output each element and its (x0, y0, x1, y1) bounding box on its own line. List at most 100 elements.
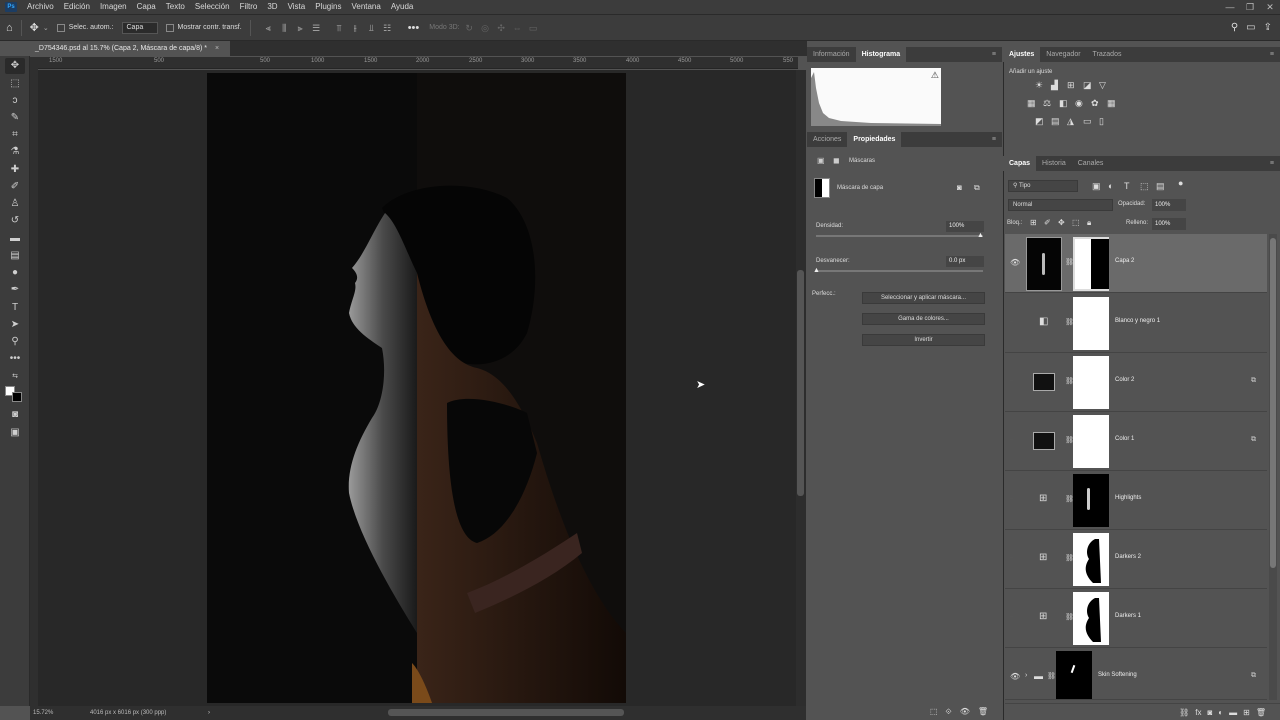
share-icon[interactable]: ⇪ (1264, 22, 1272, 33)
more-options-icon[interactable]: ••• (408, 22, 420, 34)
menu-plugins[interactable]: Plugins (310, 0, 346, 14)
link-layers-icon[interactable]: ⛓ (1179, 708, 1189, 717)
brush-tool-icon[interactable]: ✐ (5, 179, 25, 195)
marquee-tool-icon[interactable]: ⬚ (5, 76, 25, 92)
align-left-icon[interactable]: ⫷ (262, 23, 275, 33)
document-info[interactable]: 4016 px x 6016 px (300 ppp) (90, 706, 166, 720)
posterize-icon[interactable]: ▤ (1051, 116, 1060, 127)
feather-slider-handle[interactable]: ▲ (813, 267, 820, 274)
lasso-tool-icon[interactable]: ↄ (5, 93, 25, 109)
apply-mask-icon[interactable]: ⟐ (945, 707, 951, 717)
layer-mask-thumbnail[interactable] (1073, 533, 1109, 586)
filter-toggle-icon[interactable]: ● (1178, 178, 1183, 188)
layer-mask-thumbnail[interactable] (1073, 356, 1109, 409)
filter-smart-object-icon[interactable]: ▤ (1156, 181, 1165, 192)
vector-mask-icon[interactable]: ◼ (833, 156, 840, 165)
layer-mask-thumbnail[interactable] (1073, 237, 1109, 291)
blend-mode-dropdown[interactable]: Normal (1008, 199, 1113, 211)
pan-3d-icon[interactable]: ✣ (495, 23, 508, 33)
density-input[interactable]: 100% (946, 221, 984, 232)
menu-texto[interactable]: Texto (161, 0, 190, 14)
feather-input[interactable]: 0.0 px (946, 256, 984, 267)
layer-filter-dropdown[interactable]: ⚲ Tipo (1008, 180, 1078, 192)
menu-ventana[interactable]: Ventana (346, 0, 385, 14)
tab-propiedades[interactable]: Propiedades (847, 132, 902, 147)
filter-type-icon[interactable]: T (1124, 181, 1130, 191)
menu-vista[interactable]: Vista (283, 0, 311, 14)
distribute-vertical-icon[interactable]: ☷ (381, 23, 394, 33)
path-selection-tool-icon[interactable]: ➤ (5, 317, 25, 333)
add-vector-mask-icon[interactable]: ⧉ (974, 183, 980, 193)
move-tool-icon[interactable]: ✥ (5, 58, 25, 74)
align-middle-icon[interactable]: ⫲ (349, 23, 362, 33)
maximize-icon[interactable]: ❐ (1240, 2, 1260, 13)
tab-canales[interactable]: Canales (1072, 156, 1110, 171)
layer-row[interactable]: ▫ ⊞ ⛓ Highlights (1005, 471, 1267, 530)
toggle-mask-visibility-icon[interactable]: 👁︎ (960, 707, 970, 716)
visibility-eye-icon[interactable]: 👁︎ (1010, 672, 1020, 681)
layer-mask-thumbnail[interactable] (1073, 415, 1109, 468)
minimize-icon[interactable]: — (1220, 2, 1240, 13)
layer-row[interactable]: ▫ ◧ ⛓ Blanco y negro 1 (1005, 294, 1267, 353)
zoom-tool-icon[interactable]: ⚲ (5, 334, 25, 350)
align-right-icon[interactable]: ⫸ (294, 23, 307, 33)
fx-icon[interactable]: fx (1195, 708, 1201, 717)
quick-selection-tool-icon[interactable]: ✎ (5, 110, 25, 126)
vertical-scrollbar[interactable] (796, 70, 806, 706)
photo-filter-icon[interactable]: ◉ (1075, 98, 1083, 109)
curves-icon[interactable]: ⊞ (1067, 80, 1075, 91)
slide-3d-icon[interactable]: ⇔ (511, 23, 524, 33)
chevron-down-icon[interactable]: ⌄ (43, 24, 49, 32)
layer-row[interactable]: ▫ ⊞ ⛓ Darkers 2 (1005, 530, 1267, 589)
auto-select-dropdown[interactable]: Capa (121, 21, 158, 34)
visibility-toggle[interactable]: ▫ (1010, 436, 1013, 445)
lock-transparent-icon[interactable]: ⊞ (1030, 218, 1037, 227)
distribute-icon[interactable]: ☰ (310, 23, 323, 33)
menu-seleccion[interactable]: Selección (190, 0, 235, 14)
visibility-toggle[interactable]: ▫ (1010, 377, 1013, 386)
chevron-right-icon[interactable]: › (1025, 672, 1027, 679)
scale-3d-icon[interactable]: ▭ (527, 23, 540, 33)
add-mask-icon[interactable]: ◙ (1207, 708, 1212, 717)
delete-mask-icon[interactable]: 🗑︎ (978, 707, 988, 716)
new-adjustment-icon[interactable]: ◐ (1218, 708, 1223, 717)
ruler-origin[interactable] (30, 57, 38, 69)
fill-input[interactable]: 100% (1152, 218, 1186, 230)
new-group-icon[interactable]: ▬ (1229, 708, 1237, 717)
opacity-input[interactable]: 100% (1152, 199, 1186, 211)
swap-colors-icon[interactable]: ⇆ (5, 369, 25, 385)
roll-3d-icon[interactable]: ◎ (479, 23, 492, 33)
gradient-tool-icon[interactable]: ▤ (5, 248, 25, 264)
tab-capas[interactable]: Capas (1003, 156, 1037, 171)
transform-controls-checkbox[interactable] (165, 23, 174, 32)
exposure-icon[interactable]: ◪ (1083, 80, 1092, 91)
lock-all-icon[interactable]: 🔒︎ (1087, 218, 1091, 228)
scroll-thumb[interactable] (1270, 238, 1276, 568)
select-mask-icon[interactable]: ◙ (957, 183, 962, 192)
load-selection-icon[interactable]: ⬚ (930, 707, 938, 716)
workspace-icon[interactable]: ▭ (1246, 22, 1255, 33)
move-tool-icon[interactable]: ✥ (30, 21, 39, 34)
photoshop-logo-icon[interactable]: Ps (5, 2, 17, 12)
pen-tool-icon[interactable]: ✒ (5, 282, 25, 298)
tab-trazados[interactable]: Trazados (1087, 47, 1128, 62)
delete-layer-icon[interactable]: 🗑︎ (1256, 708, 1266, 717)
visibility-toggle[interactable]: ▫ (1010, 318, 1013, 327)
new-layer-icon[interactable]: ⊞ (1243, 708, 1250, 717)
menu-edicion[interactable]: Edición (59, 0, 95, 14)
vibrance-icon[interactable]: ▽ (1099, 80, 1106, 91)
document-canvas[interactable] (207, 73, 626, 703)
filter-pixel-icon[interactable]: ▣ (1092, 181, 1101, 192)
dodge-tool-icon[interactable]: ● (5, 265, 25, 281)
density-slider-track[interactable] (816, 235, 983, 237)
color-lookup-icon[interactable]: ▦ (1107, 98, 1116, 109)
menu-imagen[interactable]: Imagen (95, 0, 132, 14)
filter-adjustment-icon[interactable]: ◐ (1108, 181, 1113, 191)
layer-mask-thumbnail[interactable] (1073, 297, 1109, 350)
selective-color-icon[interactable]: ▯ (1099, 116, 1104, 127)
align-center-icon[interactable]: ⫼ (278, 23, 291, 33)
scroll-thumb[interactable] (797, 270, 804, 496)
lock-pixels-icon[interactable]: ✐ (1044, 218, 1051, 227)
channel-mixer-icon[interactable]: ✿ (1091, 98, 1099, 109)
history-brush-tool-icon[interactable]: ↺ (5, 213, 25, 229)
